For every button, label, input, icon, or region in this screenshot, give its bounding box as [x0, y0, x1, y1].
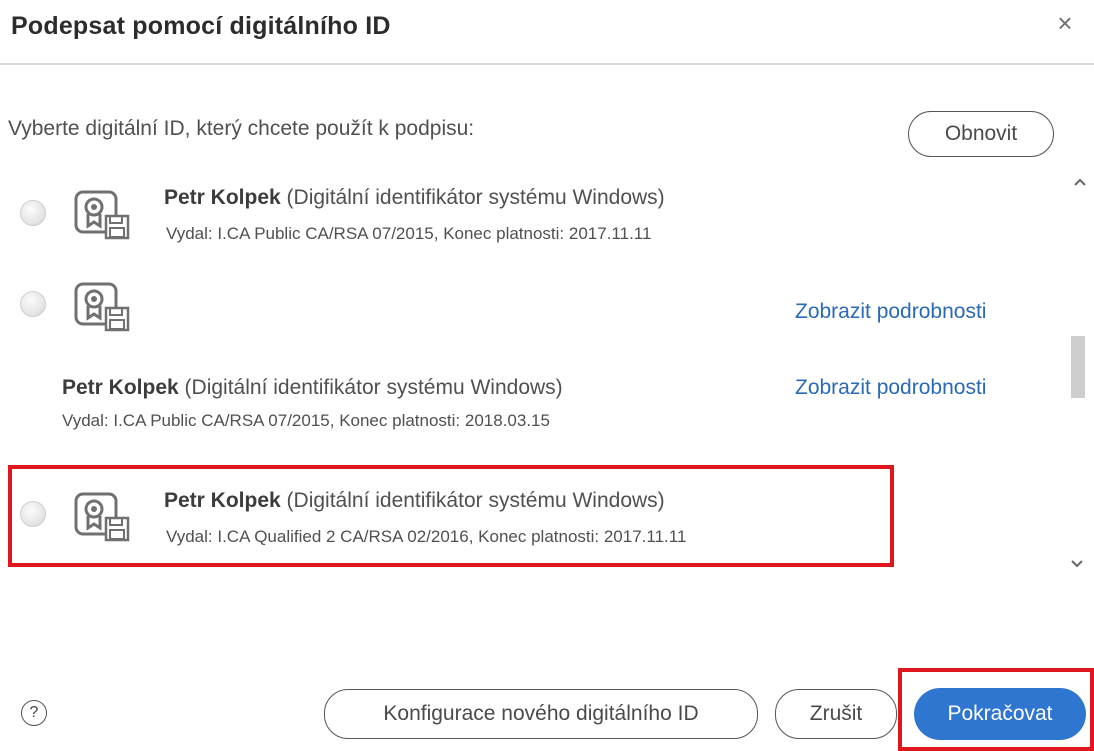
show-details-link[interactable]: Zobrazit podrobnosti — [795, 376, 986, 400]
chevron-up-icon[interactable] — [1071, 176, 1089, 188]
certificate-type: (Digitální identifikátor systému Windows… — [280, 186, 665, 209]
help-icon[interactable]: ? — [21, 700, 47, 726]
cancel-button[interactable]: Zrušit — [775, 689, 897, 739]
scrollbar-thumb[interactable] — [1071, 336, 1085, 398]
certificate-type: (Digitální identifikátor systému Windows… — [280, 489, 665, 512]
refresh-button[interactable]: Obnovit — [908, 111, 1054, 157]
certificate-icon — [74, 492, 130, 542]
select-id-prompt: Vyberte digitální ID, který chcete použí… — [8, 117, 475, 140]
chevron-down-icon[interactable] — [1068, 558, 1086, 570]
certificate-icon — [74, 282, 130, 332]
show-details-link[interactable]: Zobrazit podrobnosti — [795, 300, 986, 324]
selection-highlight — [8, 465, 894, 567]
certificate-issuer: Vydal: I.CA Qualified 2 CA/RSA 02/2016, … — [166, 527, 687, 546]
certificate-radio-1[interactable] — [20, 200, 46, 226]
sign-with-digital-id-dialog: Podepsat pomocí digitálního ID × Vyberte… — [0, 0, 1094, 751]
certificate-radio-2[interactable] — [20, 291, 46, 317]
close-icon[interactable]: × — [1050, 8, 1080, 38]
configure-new-id-button[interactable]: Konfigurace nového digitálního ID — [324, 689, 758, 739]
certificate-issuer: Vydal: I.CA Public CA/RSA 07/2015, Konec… — [166, 224, 652, 243]
dialog-title: Podepsat pomocí digitálního ID — [11, 12, 391, 40]
certificate-issuer: Vydal: I.CA Public CA/RSA 07/2015, Konec… — [62, 411, 550, 430]
certificate-owner-name: Petr Kolpek — [62, 376, 179, 399]
certificate-owner-name: Petr Kolpek — [164, 489, 281, 512]
header-divider — [0, 63, 1094, 65]
certificate-owner-name: Petr Kolpek — [164, 186, 281, 209]
continue-button[interactable]: Pokračovat — [914, 688, 1086, 740]
certificate-icon — [74, 190, 130, 240]
certificate-type: (Digitální identifikátor systému Windows… — [178, 376, 563, 399]
certificate-radio-4[interactable] — [20, 501, 46, 527]
